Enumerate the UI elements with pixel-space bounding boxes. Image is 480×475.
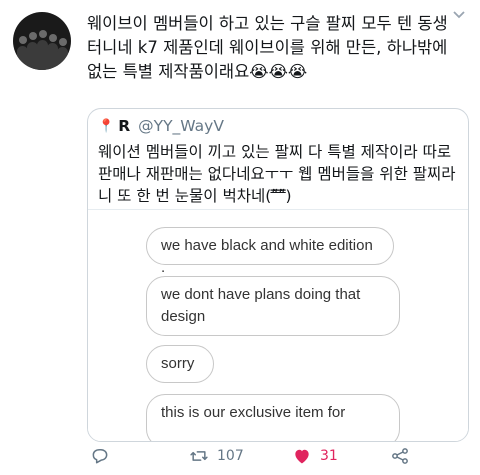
chat-message: we have black and white edition . — [146, 227, 394, 276]
like-count: 31 — [320, 448, 338, 464]
quoted-tweet[interactable]: 📍 R @YY_WayV 웨이션 멤버들이 끼고 있는 팔찌 다 특별 제작이라… — [87, 108, 469, 442]
chat-message: this is our exclusive item for — [146, 394, 400, 441]
chat-message: sorry — [146, 345, 214, 383]
quoted-tweet-text: 웨이션 멤버들이 끼고 있는 팔찌 다 특별 제작이라 따로 판매나 재판매는 … — [98, 143, 456, 205]
share-icon — [392, 448, 408, 464]
quoted-tweet-header: 📍 R @YY_WayV — [98, 117, 224, 135]
author-avatar[interactable] — [13, 12, 71, 70]
reply-icon — [92, 449, 108, 464]
like-button[interactable]: 31 — [292, 446, 338, 466]
heart-icon — [295, 449, 309, 464]
pushpin-icon: 📍 — [98, 118, 115, 134]
chat-screenshot-image[interactable]: we have black and white edition . we don… — [88, 209, 468, 441]
share-button[interactable] — [390, 446, 410, 466]
quoted-author-name[interactable]: R — [118, 117, 130, 135]
reply-button[interactable] — [90, 446, 110, 466]
chat-message: we dont have plans doing that design — [146, 276, 400, 336]
retweet-icon — [190, 451, 208, 461]
tweet-text: 웨이브이 멤버들이 하고 있는 구슬 팔찌 모두 텐 동생 터니네 k7 제품인… — [87, 14, 448, 81]
quoted-author-handle[interactable]: @YY_WayV — [138, 117, 224, 135]
retweet-count: 107 — [217, 448, 244, 464]
retweet-button[interactable]: 107 — [189, 446, 244, 466]
tweet-actions: 107 31 — [87, 446, 467, 470]
